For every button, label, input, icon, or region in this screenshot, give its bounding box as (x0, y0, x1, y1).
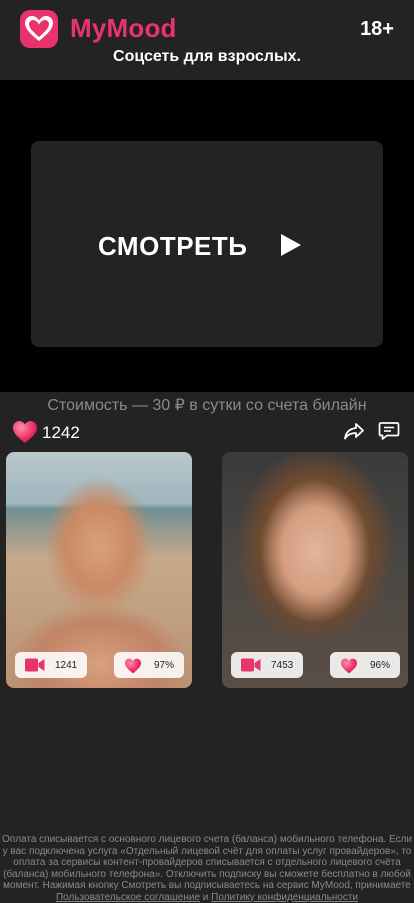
app-header: MyMood 18+ Соцсеть для взрослых. (0, 0, 414, 80)
video-camera-icon (25, 658, 45, 672)
likes-count: 1242 (42, 423, 80, 442)
tagline: Соцсеть для взрослых. (113, 48, 301, 65)
rating-badge: 96% (330, 652, 400, 678)
video-card[interactable]: 7453 96% (222, 452, 408, 688)
heart-icon (341, 658, 357, 674)
heart-icon (13, 421, 37, 443)
views-count: 1241 (55, 660, 78, 671)
share-icon[interactable] (343, 421, 365, 441)
play-icon (281, 234, 301, 256)
brand-name[interactable]: MyMood (70, 13, 177, 44)
watch-button[interactable]: СМОТРЕТЬ (31, 141, 383, 347)
heart-logo-icon[interactable] (20, 10, 58, 48)
views-badge: 7453 (231, 652, 303, 678)
rating-percent: 97% (154, 660, 175, 671)
terms-link[interactable]: Пользовательское соглашение (56, 892, 200, 903)
views-count: 7453 (271, 660, 294, 671)
price-text: Стоимость — 30 ₽ в сутки со счета билайн (47, 397, 367, 414)
privacy-link[interactable]: Политику конфиденциальности (211, 892, 358, 903)
age-rating-badge: 18+ (360, 18, 394, 40)
rating-percent: 96% (370, 660, 391, 671)
watch-button-label: СМОТРЕТЬ (98, 231, 248, 261)
legal-footer: Оплата списывается с основного лицевого … (0, 834, 414, 903)
views-badge: 1241 (15, 652, 87, 678)
comment-icon[interactable] (378, 421, 400, 441)
legal-and: и (200, 891, 212, 903)
video-camera-icon (241, 658, 261, 672)
heart-icon (125, 658, 141, 674)
rating-badge: 97% (114, 652, 184, 678)
video-card[interactable]: 1241 97% (6, 452, 192, 688)
legal-text: Оплата списывается с основного лицевого … (2, 834, 412, 891)
